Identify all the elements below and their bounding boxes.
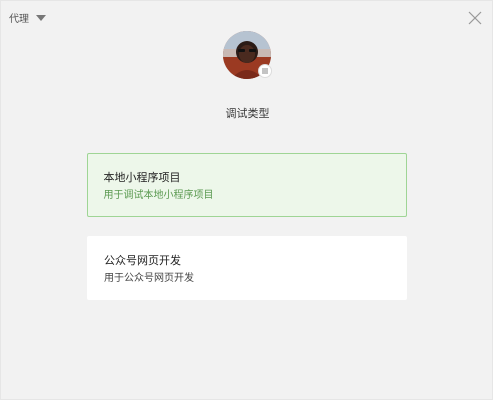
switch-account-icon[interactable] bbox=[258, 64, 272, 78]
option-title: 本地小程序项目 bbox=[103, 170, 181, 184]
page-title: 调试类型 bbox=[225, 107, 270, 120]
proxy-dropdown[interactable]: 代理 bbox=[9, 9, 46, 25]
close-button[interactable] bbox=[468, 11, 482, 25]
option-description: 用于公众号网页开发 bbox=[104, 273, 194, 284]
proxy-label: 代理 bbox=[9, 13, 29, 25]
option-title: 公众号网页开发 bbox=[104, 254, 181, 267]
option-local-miniprogram[interactable]: 本地小程序项目 用于调试本地小程序项目 bbox=[87, 153, 407, 217]
option-official-account-webpage[interactable]: 公众号网页开发 用于公众号网页开发 bbox=[87, 236, 407, 300]
close-icon bbox=[468, 11, 482, 25]
user-avatar[interactable] bbox=[223, 31, 272, 79]
option-description: 用于调试本地小程序项目 bbox=[103, 189, 214, 201]
debug-type-window: 代理 调试类型 本地小程序项目 用于调试本地小程序项目 公众号网页开发 用于公众… bbox=[0, 0, 493, 400]
caret-down-icon bbox=[36, 14, 46, 21]
